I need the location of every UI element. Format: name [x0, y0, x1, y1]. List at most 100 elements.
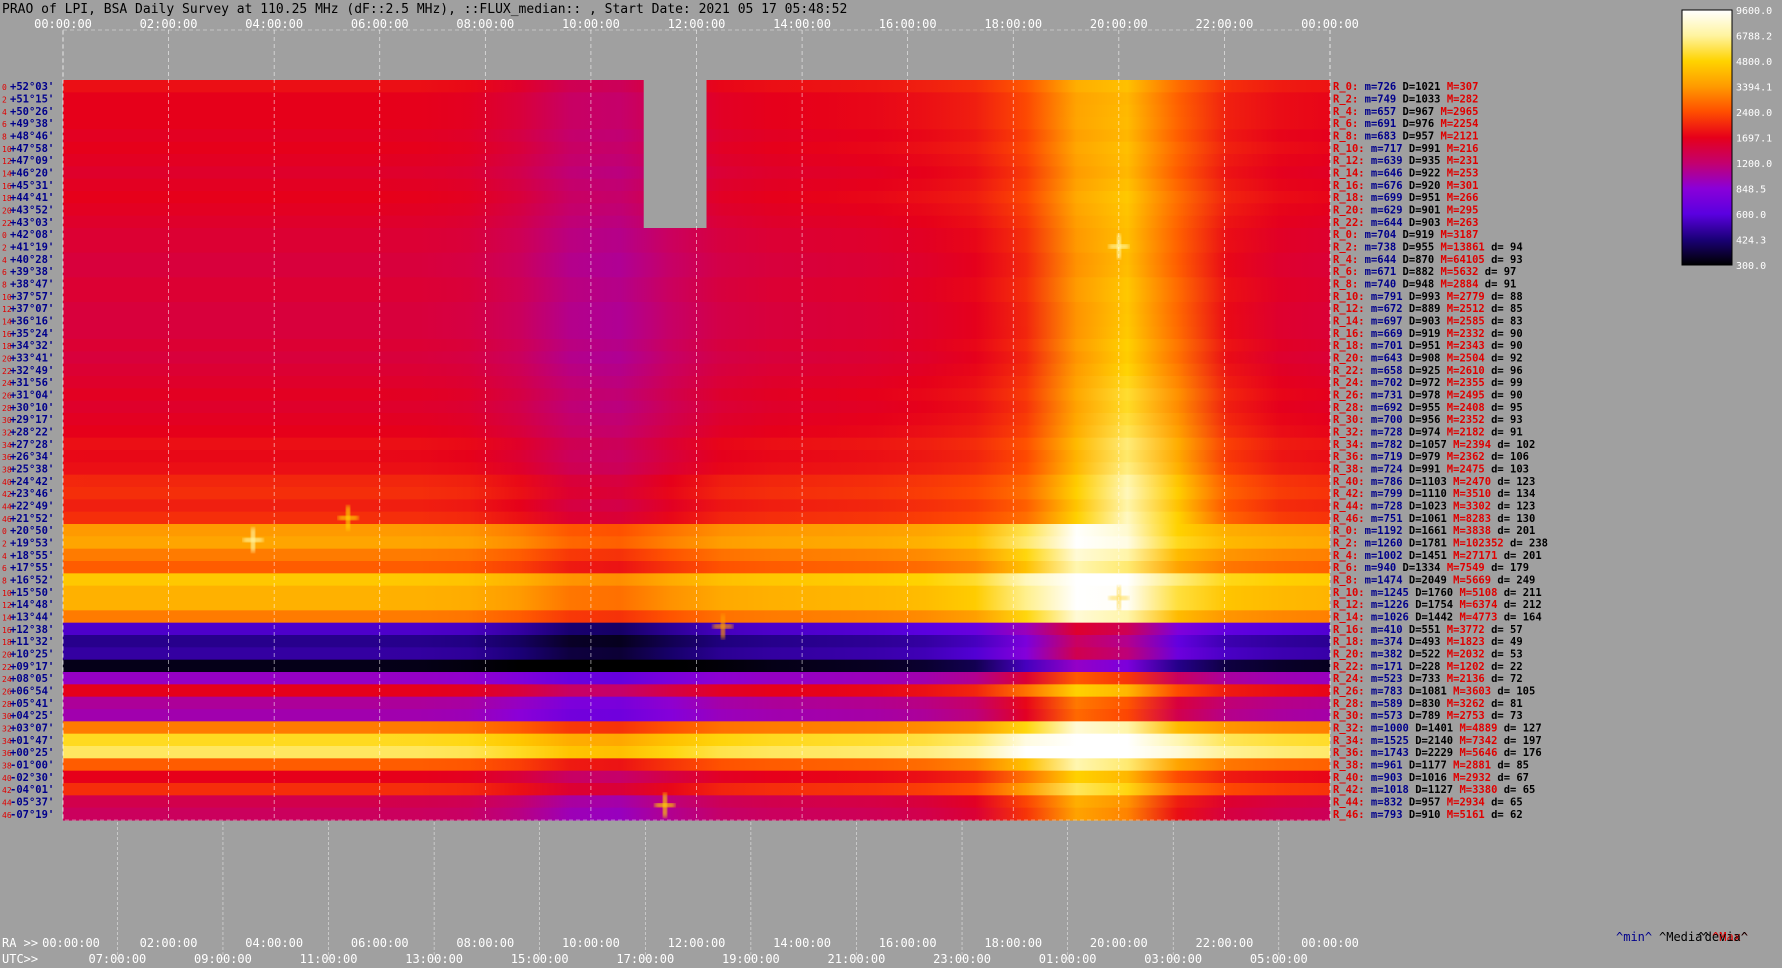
declination-label: -04°01'	[10, 784, 54, 796]
ra-tick-label: 02:00:00	[140, 17, 198, 31]
declination-label: +06°54'	[10, 685, 54, 697]
row-stat: R_36: m=1743 D=2229 M=5646 d= 176	[1333, 747, 1542, 759]
declination-label: +49°38'	[10, 118, 54, 130]
row-stat: R_34: m=1525 D=2140 M=7342 d= 197	[1333, 735, 1542, 747]
row-number: 2	[2, 539, 7, 548]
row-stat: R_40: m=786 D=1103 M=2470 d= 123	[1333, 476, 1535, 488]
row-stat: R_6: m=940 D=1334 M=7549 d= 179	[1333, 562, 1529, 574]
row-stat: R_6: m=671 D=882 M=5632 d= 97	[1333, 266, 1516, 278]
declination-label: +50°26'	[10, 106, 54, 118]
declination-label: +35°24'	[10, 328, 54, 340]
row-stat: R_26: m=731 D=978 M=2495 d= 90	[1333, 389, 1523, 401]
row-stat: R_34: m=782 D=1057 M=2394 d= 102	[1333, 439, 1535, 451]
declination-label: +18°55'	[10, 550, 54, 562]
row-stat: R_32: m=728 D=974 M=2182 d= 91	[1333, 426, 1523, 438]
row-stat: R_46: m=793 D=910 M=5161 d= 62	[1333, 809, 1523, 821]
color-scale: 9600.0 6788.2 4800.0 3394.1 2400.0 1697.1 1200…	[1681, 6, 1772, 272]
row-stat: R_12: m=639 D=935 M=231	[1333, 155, 1478, 167]
row-number: 6	[2, 120, 7, 129]
utc-tick-label: 11:00:00	[300, 952, 358, 966]
ra-tick-label: 12:00:00	[668, 17, 726, 31]
row-stat: R_22: m=658 D=925 M=2610 d= 96	[1333, 365, 1523, 377]
declination-label: +11°32'	[10, 636, 54, 648]
declination-label: +52°03'	[10, 81, 54, 93]
declination-label: +43°03'	[10, 217, 54, 229]
row-stat: R_18: m=701 D=951 M=2343 d= 90	[1333, 340, 1523, 352]
row-stat: R_20: m=629 D=901 M=295	[1333, 204, 1478, 216]
ra-tick-label: 20:00:00	[1090, 936, 1148, 950]
row-stat: R_20: m=382 D=522 M=2032 d= 53	[1333, 648, 1523, 660]
utc-tick-label: 17:00:00	[616, 952, 674, 966]
ra-tick-label: 04:00:00	[245, 17, 303, 31]
declination-label: +16°52'	[10, 574, 54, 586]
row-stat: R_0: m=726 D=1021 M=307	[1333, 81, 1478, 93]
declination-label: +40°28'	[10, 254, 54, 266]
ra-tick-label: 16:00:00	[879, 17, 937, 31]
survey-heatmap-chart: PRAO of LPI, BSA Daily Survey at 110.25 …	[2, 2, 1772, 966]
utc-tick-label: 07:00:00	[88, 952, 146, 966]
declination-label: +27°28'	[10, 439, 54, 451]
utc-tick-label: 21:00:00	[828, 952, 886, 966]
declination-label: +39°38'	[10, 266, 54, 278]
row-number: 2	[2, 243, 7, 252]
row-stats-panel: R_0: m=726 D=1021 M=307R_2: m=749 D=1033…	[1333, 81, 1548, 821]
radio-source-mark	[251, 528, 256, 553]
utc-tick-label: 15:00:00	[511, 952, 569, 966]
declination-label: +44°41'	[10, 192, 54, 204]
declination-label: +14°48'	[10, 599, 54, 611]
declination-label: +34°32'	[10, 340, 54, 352]
declination-label: +46°20'	[10, 167, 54, 179]
ra-axis-top: 00:00:00 02:00:00 04:00:00 06:00:00 08:00:00…	[34, 17, 1359, 31]
ra-tick-label: 12:00:00	[668, 936, 726, 950]
declination-label: +51°15'	[10, 93, 54, 105]
color-scale-tick-label: 1200.0	[1736, 159, 1772, 170]
declination-label: +36°16'	[10, 315, 54, 327]
row-number: 8	[2, 280, 7, 289]
row-stat: R_30: m=700 D=956 M=2352 d= 93	[1333, 414, 1523, 426]
row-stat: R_14: m=646 D=922 M=253	[1333, 167, 1478, 179]
color-scale-tick-label: 424.3	[1736, 236, 1766, 247]
row-stat: R_42: m=1018 D=1127 M=3380 d= 65	[1333, 784, 1535, 796]
row-stat: R_2: m=738 D=955 M=13861 d= 94	[1333, 241, 1523, 253]
row-stat: R_44: m=832 D=957 M=2934 d= 65	[1333, 796, 1523, 808]
row-stat: R_8: m=683 D=957 M=2121	[1333, 130, 1478, 142]
row-stat: R_20: m=643 D=908 M=2504 d= 92	[1333, 352, 1523, 364]
row-stat: R_28: m=589 D=830 M=3262 d= 81	[1333, 698, 1523, 710]
utc-tick-label: 19:00:00	[722, 952, 780, 966]
declination-label: +10°25'	[10, 648, 54, 660]
row-stat: R_2: m=1260 D=1781 M=102352 d= 238	[1333, 537, 1548, 549]
declination-label: +25°38'	[10, 463, 54, 475]
color-scale-tick-label: 4800.0	[1736, 57, 1772, 68]
declination-label: +13°44'	[10, 611, 54, 623]
ra-tick-label: 02:00:00	[140, 936, 198, 950]
color-scale-tick-label: 848.5	[1736, 185, 1766, 196]
radio-source-mark	[346, 505, 351, 530]
ra-tick-label: 18:00:00	[984, 17, 1042, 31]
declination-label: +08°05'	[10, 673, 54, 685]
row-stat: R_4: m=1002 D=1451 M=27171 d= 201	[1333, 550, 1542, 562]
row-stat: R_22: m=644 D=903 M=263	[1333, 217, 1478, 229]
row-stat: R_24: m=702 D=972 M=2355 d= 99	[1333, 377, 1523, 389]
row-number: 4	[2, 256, 7, 265]
ra-tick-label: 16:00:00	[879, 936, 937, 950]
declination-label: +47°58'	[10, 143, 54, 155]
color-scale-tick-label: 3394.1	[1736, 83, 1772, 94]
row-stat: R_8: m=740 D=948 M=2884 d= 91	[1333, 278, 1516, 290]
row-stat: R_32: m=1000 D=1401 M=4889 d= 127	[1333, 722, 1542, 734]
declination-label: +42°08'	[10, 229, 54, 241]
row-stat: R_12: m=672 D=889 M=2512 d= 85	[1333, 303, 1523, 315]
declination-label: +21°52'	[10, 513, 54, 525]
row-number: 0	[2, 231, 7, 240]
ra-tick-label: 04:00:00	[245, 936, 303, 950]
declination-label: +05°41'	[10, 698, 54, 710]
utc-tick-label: 05:00:00	[1250, 952, 1308, 966]
declination-label: +03°07'	[10, 722, 54, 734]
declination-label: +20°50'	[10, 525, 54, 537]
data-gap	[643, 80, 707, 228]
row-stat: R_30: m=573 D=789 M=2753 d= 73	[1333, 710, 1523, 722]
color-scale-tick-label: 2400.0	[1736, 108, 1772, 119]
row-stat: R_8: m=1474 D=2049 M=5669 d= 249	[1333, 574, 1535, 586]
stat-legend: ^min^ ^Media^ ^Max^ ^devia^	[1616, 930, 1748, 944]
row-stat: R_0: m=704 D=919 M=3187	[1333, 229, 1478, 241]
color-scale-tick-label: 600.0	[1736, 210, 1766, 221]
